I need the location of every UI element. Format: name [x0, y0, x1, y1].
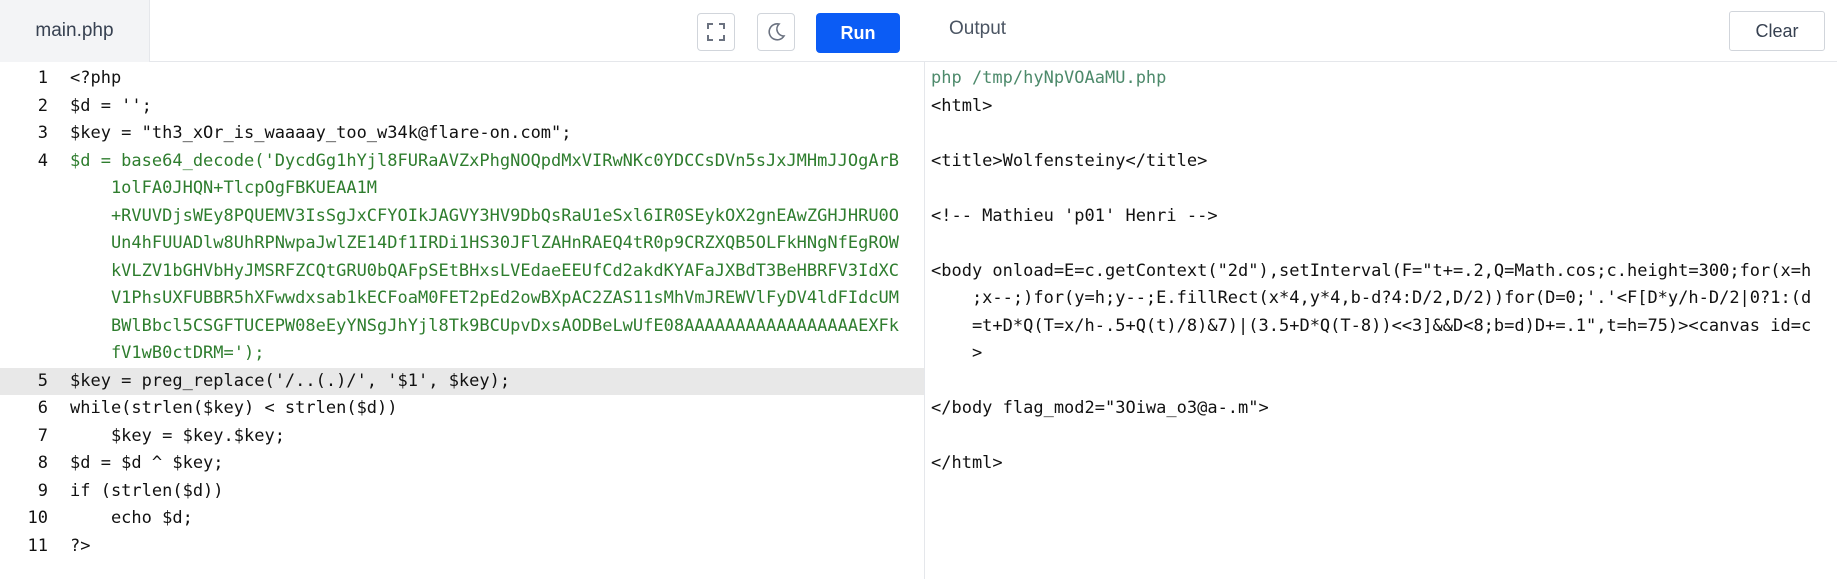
code-area[interactable]: 1 <?php 2 $d = ''; 3 $key = "th3_xOr_is_waaaa…	[0, 63, 924, 579]
code-line: 3 $key = "th3_xOr_is_waaaay_too_w34k@flar…	[0, 120, 924, 148]
code-editor-panel: main.php Run 1 <?php 2 $d = ''; 3 $key = "th3…	[0, 0, 925, 579]
output-title: Output	[949, 18, 1007, 39]
line-number: 1	[37, 68, 48, 88]
app-window: main.php Run 1 <?php 2 $d = ''; 3 $key = "th3…	[0, 0, 1837, 579]
code-line: 4 $d = base64_decode('DycdGg1hYjl8FURaAVZ…	[0, 148, 924, 176]
code-text: while(strlen($key) < strlen($d))	[70, 398, 398, 418]
code-line: 6 while(strlen($key) < strlen($d))	[0, 395, 924, 423]
code-text: V1PhsUXFUBBR5hXFwwdxsab1kECFoaM0FET2pEd2…	[70, 288, 900, 308]
code-line: kVLZV1bGHVbHyJMSRFZCQtGRU0bQAFpSEtBHxsLV…	[0, 258, 924, 286]
code-text: $key = "th3_xOr_is_waaaay_too_w34k@flare…	[70, 123, 572, 143]
code-text: $key = $key.$key;	[70, 425, 285, 446]
run-button[interactable]: Run	[816, 13, 900, 53]
output-console: php /tmp/hyNpVOAaMU.php <html> <title>Wolf…	[931, 63, 1831, 573]
code-line: BWlBbcl5CSGFTUCEPW08eEyYNSgJhYjl8Tk9BCUp…	[0, 313, 924, 341]
code-line: 1 <?php	[0, 65, 924, 93]
code-text: <?php	[70, 68, 122, 88]
code-text: fV1wB0ctDRM=');	[70, 343, 265, 363]
code-line: fV1wB0ctDRM=');	[0, 340, 924, 368]
code-text: if (strlen($d))	[70, 480, 224, 501]
output-line: <html>	[931, 95, 993, 116]
fullscreen-icon	[707, 23, 725, 41]
code-line: Un4hFUUADlw8UhRPNwpaJwlZE14Df1IRDi1HS30J…	[0, 230, 924, 258]
line-number: 5	[37, 370, 48, 391]
theme-toggle-button[interactable]	[757, 13, 795, 51]
fullscreen-button[interactable]	[697, 13, 735, 51]
line-number: 2	[37, 95, 48, 116]
line-number: 10	[27, 508, 48, 528]
output-panel: Output Clear php /tmp/hyNpVOAaMU.php <htm…	[925, 0, 1837, 579]
line-number: 8	[37, 453, 48, 473]
output-line: =t+D*Q(T=x/h-.5+Q(t)/8)&7)|(3.5+D*Q(T-8)…	[931, 315, 1812, 336]
code-text: $key = preg_replace('/..(.)/', '$1', $ke…	[70, 370, 511, 391]
code-line: 9 if (strlen($d))	[0, 478, 924, 506]
line-number: 7	[37, 425, 48, 446]
code-line: 11 ?>	[0, 533, 924, 561]
line-number: 9	[37, 480, 48, 501]
output-line: <body onload=E=c.getContext("2d"),setInt…	[931, 260, 1812, 281]
tab-main-php[interactable]: main.php	[0, 0, 150, 62]
code-line: 5 $key = preg_replace('/..(.)/', '$1', $k…	[0, 367, 924, 395]
code-line: 2 $d = '';	[0, 93, 924, 121]
code-text: echo $d;	[70, 508, 193, 528]
clear-button[interactable]: Clear	[1729, 11, 1825, 51]
code-line: +RVUVDjsWEy8PQUEMV3IsSgJxCFYOIkJAGVY3HV9…	[0, 203, 924, 231]
output-line: php /tmp/hyNpVOAaMU.php	[931, 68, 1167, 88]
editor-header: main.php Run	[0, 0, 925, 62]
code-text: Un4hFUUADlw8UhRPNwpaJwlZE14Df1IRDi1HS30J…	[70, 233, 900, 253]
moon-icon	[768, 23, 786, 41]
output-line: <!-- Mathieu 'p01' Henri -->	[931, 205, 1218, 226]
output-line: <title>Wolfensteiny</title>	[931, 150, 1208, 171]
code-text: 1olFA0JHQN+TlcpOgFBKUEAA1M	[70, 178, 378, 198]
code-text: ?>	[70, 535, 91, 556]
code-text: $d = base64_decode('DycdGg1hYjl8FURaAVZx…	[70, 150, 900, 171]
output-line: </html>	[931, 453, 1003, 473]
code-line: 8 $d = $d ^ $key;	[0, 450, 924, 478]
line-number: 3	[37, 123, 48, 143]
code-text: $d = '';	[70, 95, 152, 116]
code-text: $d = $d ^ $key;	[70, 453, 224, 473]
line-number: 11	[27, 535, 48, 556]
output-line: >	[931, 343, 983, 363]
output-header: Output Clear	[925, 0, 1837, 62]
code-text: kVLZV1bGHVbHyJMSRFZCQtGRU0bQAFpSEtBHxsLV…	[70, 260, 900, 281]
code-line: 10 echo $d;	[0, 505, 924, 533]
line-number: 4	[37, 150, 48, 171]
code-line: 1olFA0JHQN+TlcpOgFBKUEAA1M	[0, 175, 924, 203]
output-line: </body flag_mod2="3Oiwa_o3@a-.m">	[931, 398, 1269, 418]
code-line: V1PhsUXFUBBR5hXFwwdxsab1kECFoaM0FET2pEd2…	[0, 285, 924, 313]
line-number: 6	[37, 398, 48, 418]
code-line: 7 $key = $key.$key;	[0, 423, 924, 451]
code-text: +RVUVDjsWEy8PQUEMV3IsSgJxCFYOIkJAGVY3HV9…	[70, 205, 900, 226]
output-line: ;x--;)for(y=h;y--;E.fillRect(x*4,y*4,b-d…	[931, 288, 1812, 308]
code-text: BWlBbcl5CSGFTUCEPW08eEyYNSgJhYjl8Tk9BCUp…	[70, 315, 900, 336]
